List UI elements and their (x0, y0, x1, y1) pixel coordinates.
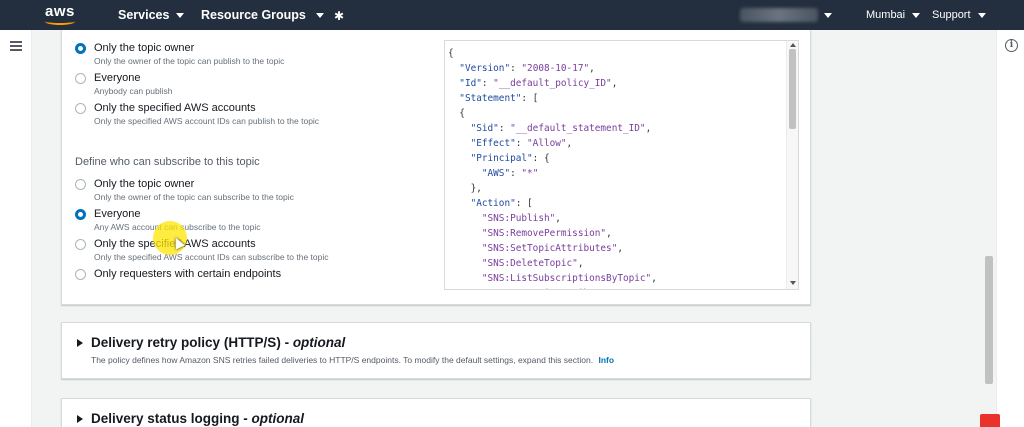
radio-description: Only the owner of the topic can subscrib… (94, 192, 294, 202)
caret-right-icon[interactable] (77, 415, 83, 423)
code-line: { (448, 108, 465, 119)
chevron-down-icon (824, 12, 832, 18)
code-line: "SNS:GetTopicAttributes", (448, 286, 657, 289)
scrollbar-thumb[interactable] (985, 256, 993, 384)
caret-right-icon[interactable] (77, 339, 83, 347)
subscribe-group-heading: Define who can subscribe to this topic (75, 156, 260, 168)
region-label: Mumbai (866, 9, 906, 21)
radio-button[interactable] (75, 43, 86, 54)
radio-label: Everyone (94, 208, 141, 220)
right-sidebar-rail: i (996, 30, 1024, 427)
region-menu[interactable]: Mumbai (866, 9, 921, 21)
radio-button[interactable] (75, 209, 86, 220)
radio-button[interactable] (75, 269, 86, 280)
aws-smile-icon (45, 18, 75, 25)
account-name-redacted (740, 8, 818, 22)
code-line: "SNS:Publish", (481, 213, 561, 224)
menu-icon[interactable] (10, 41, 22, 51)
code-line: "SNS:DeleteTopic", (481, 258, 584, 269)
scroll-up-icon[interactable] (790, 43, 796, 47)
section-title-text: Delivery retry policy (HTTP/S) (91, 335, 281, 350)
chevron-down-icon (912, 12, 921, 18)
section-description-text: The policy defines how Amazon SNS retrie… (91, 355, 594, 365)
radio-description: Only the specified AWS account IDs can p… (94, 116, 320, 126)
section-title-text: Delivery status logging (91, 411, 240, 426)
scroll-down-icon[interactable] (790, 281, 796, 285)
json-policy-editor[interactable]: { "Version": "2008-10-17", "Id": "__defa… (444, 40, 799, 290)
resource-groups-menu[interactable]: Resource Groups (201, 8, 324, 22)
left-sidebar-rail (0, 30, 32, 427)
json-policy-code[interactable]: { "Version": "2008-10-17", "Id": "__defa… (448, 46, 657, 289)
access-policy-panel: Only the topic owner Only the owner of t… (61, 30, 811, 305)
info-icon[interactable]: i (1005, 39, 1018, 52)
services-menu[interactable]: Services (118, 8, 185, 22)
editor-scrollbar[interactable] (786, 41, 798, 289)
radio-label: Everyone (94, 72, 141, 84)
section-title[interactable]: Delivery status logging - optional (91, 411, 304, 426)
resource-groups-label: Resource Groups (201, 8, 306, 22)
services-label: Services (118, 8, 170, 22)
radio-label: Only the specified AWS accounts (94, 102, 256, 114)
chevron-down-icon (977, 12, 986, 18)
page-scrollbar[interactable] (983, 30, 996, 427)
delivery-status-logging-section[interactable]: Delivery status logging - optional (61, 398, 811, 427)
delivery-retry-policy-section[interactable]: Delivery retry policy (HTTP/S) - optiona… (61, 322, 811, 379)
code-line: { (448, 48, 454, 59)
radio-description: Only the owner of the topic can publish … (94, 56, 285, 66)
radio-label: Only the topic owner (94, 178, 195, 190)
radio-button[interactable] (75, 73, 86, 84)
code-line: "Id": "__default_policy_ID", (459, 78, 618, 89)
section-title[interactable]: Delivery retry policy (HTTP/S) - optiona… (91, 335, 345, 350)
section-title-suffix: optional (292, 335, 346, 350)
code-line: }, (448, 183, 482, 194)
chevron-down-icon (315, 12, 324, 18)
cursor-highlight (153, 221, 187, 255)
pin-icon[interactable]: ✱ (334, 9, 344, 23)
radio-label: Only requesters with certain endpoints (94, 268, 282, 280)
section-description: The policy defines how Amazon SNS retrie… (91, 355, 614, 365)
code-line: "Action": [ (470, 198, 533, 209)
aws-logo[interactable]: aws (44, 2, 80, 28)
support-menu[interactable]: Support (932, 9, 986, 21)
support-label: Support (932, 9, 971, 21)
info-link[interactable]: Info (598, 355, 614, 365)
code-line: "SNS:SetTopicAttributes", (481, 243, 623, 254)
chevron-down-icon (176, 12, 185, 18)
code-line: "Sid": "__default_statement_ID", (470, 123, 652, 134)
section-title-suffix: optional (251, 411, 305, 426)
code-line: "AWS": "*" (481, 168, 539, 179)
code-line: "Statement": [ (459, 93, 539, 104)
top-navigation-bar: aws Services Resource Groups ✱ Mumbai Su… (0, 0, 1024, 30)
code-line: "Principal": { (470, 153, 550, 164)
code-line: "SNS:ListSubscriptionsByTopic", (481, 273, 657, 284)
radio-button[interactable] (75, 239, 86, 250)
radio-button[interactable] (75, 179, 86, 190)
radio-description: Only the specified AWS account IDs can s… (94, 252, 329, 262)
code-line: "Version": "2008-10-17", (459, 63, 595, 74)
code-line: "SNS:RemovePermission", (481, 228, 612, 239)
account-menu[interactable] (740, 7, 832, 23)
radio-button[interactable] (75, 103, 86, 114)
video-overlay-badge (980, 414, 1000, 427)
radio-description: Anybody can publish (94, 86, 173, 96)
code-line: "Effect": "Allow", (470, 138, 573, 149)
scrollbar-thumb[interactable] (789, 49, 796, 129)
radio-label: Only the topic owner (94, 42, 195, 54)
